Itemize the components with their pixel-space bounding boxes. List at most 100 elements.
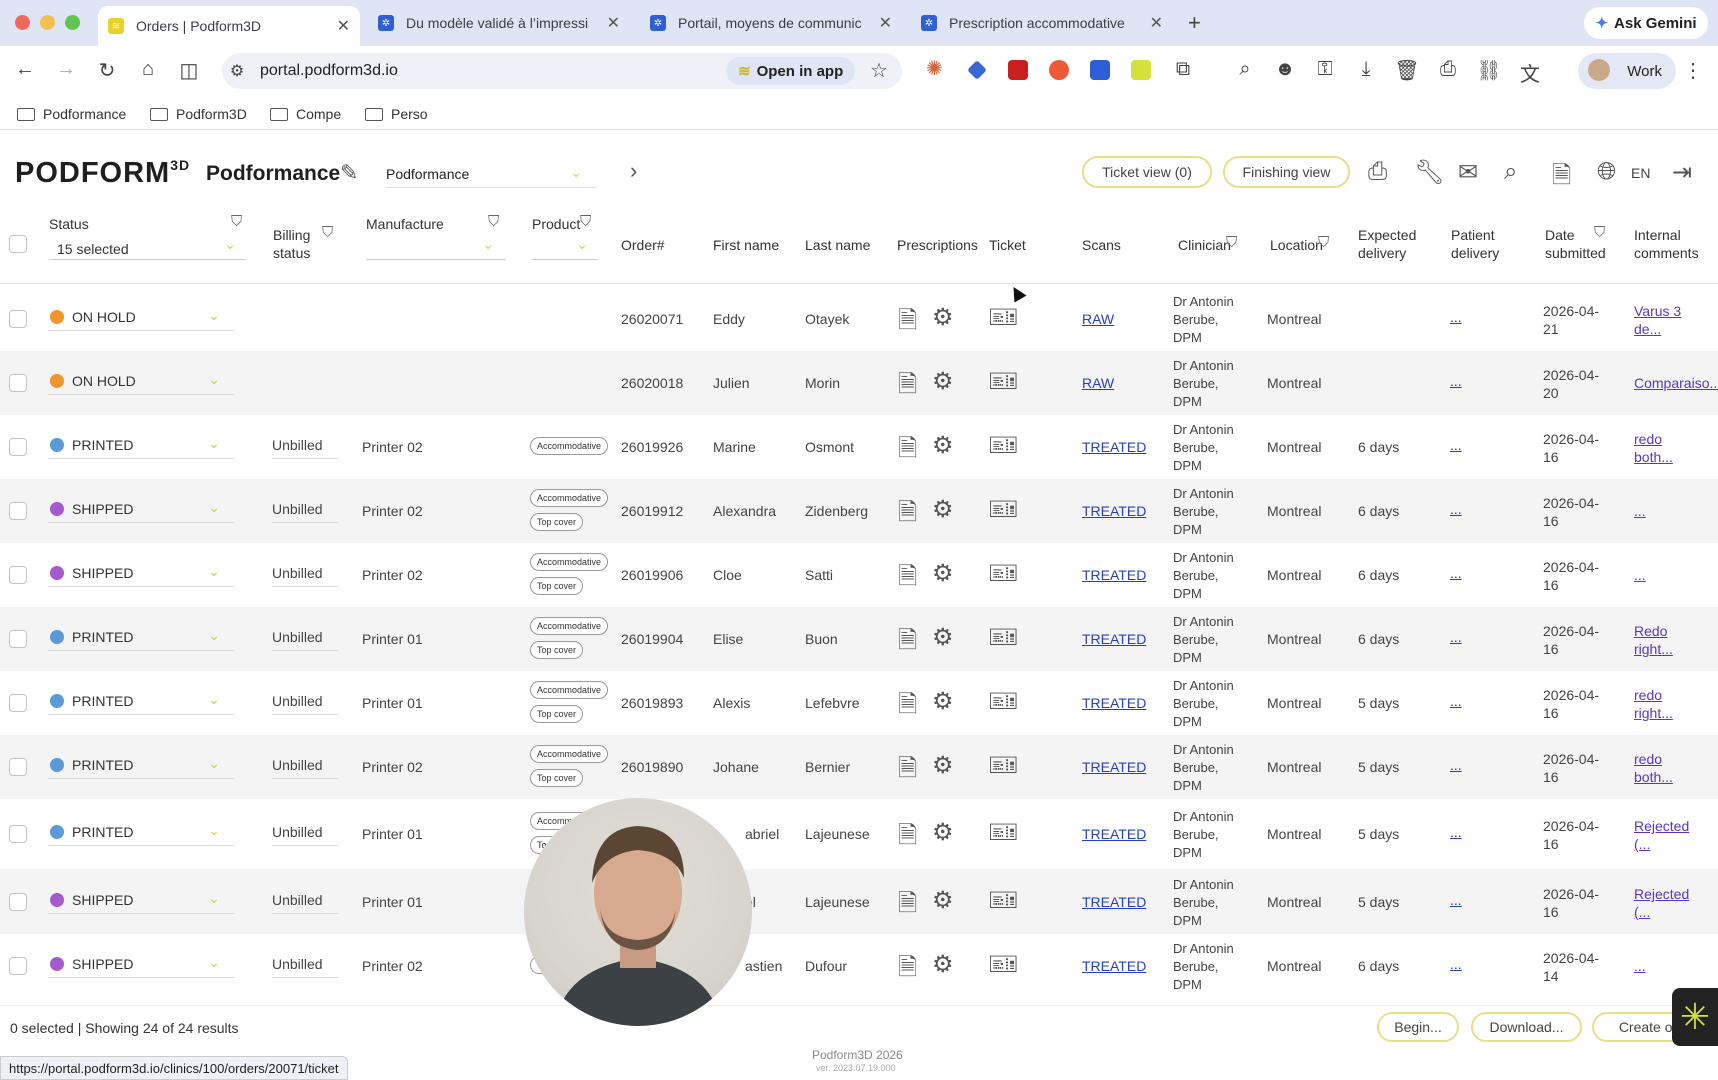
- table-row[interactable]: SHIPPED ⌄ Unbilled Printer 02 Accommodative T…: [0, 543, 1718, 607]
- browser-tab-3[interactable]: ✲ Portail, moyens de communic ✕: [640, 6, 902, 40]
- billing-select[interactable]: Unbilled: [272, 886, 338, 914]
- prescription-document-icon[interactable]: 🗎︎: [898, 559, 917, 600]
- row-checkbox[interactable]: [9, 957, 27, 975]
- ticket-icon[interactable]: 🎫︎: [988, 687, 1018, 716]
- column-first-name[interactable]: First name: [713, 236, 779, 254]
- internal-comment-link[interactable]: ...: [1634, 957, 1646, 975]
- status-select[interactable]: PRINTED ⌄: [48, 818, 234, 846]
- download-icon[interactable]: ⤓: [1353, 58, 1379, 81]
- table-row[interactable]: SHIPPED⌄UnbilledPrinter 02ToastienDufour…: [0, 934, 1718, 998]
- row-checkbox[interactable]: [9, 630, 27, 648]
- settings-gear-icon[interactable]: ⚙: [932, 950, 954, 979]
- settings-gear-icon[interactable]: ⚙: [932, 431, 954, 460]
- home-icon[interactable]: ⌂: [135, 58, 161, 81]
- settings-gear-icon[interactable]: ⚙: [932, 559, 954, 588]
- link-icon[interactable]: ⛓: [1476, 58, 1502, 83]
- manufacture-filter-select[interactable]: ⌄: [366, 236, 506, 260]
- ticket-icon[interactable]: 🎫︎: [988, 751, 1018, 780]
- tab-search-icon[interactable]: ⌕: [1232, 58, 1258, 81]
- bookmark-star-icon[interactable]: ☆: [866, 58, 892, 83]
- scan-link[interactable]: RAW: [1082, 375, 1114, 391]
- row-checkbox[interactable]: [9, 566, 27, 584]
- ticket-icon[interactable]: 🎫︎: [988, 495, 1018, 524]
- profile-work-button[interactable]: Work: [1578, 53, 1676, 89]
- prescription-document-icon[interactable]: 🗎︎: [898, 623, 917, 664]
- print-icon[interactable]: ⎙: [1435, 58, 1461, 81]
- prescription-document-icon[interactable]: 🗎︎: [898, 886, 917, 927]
- scan-link[interactable]: TREATED: [1082, 958, 1146, 974]
- scan-link[interactable]: TREATED: [1082, 567, 1146, 583]
- ticket-icon[interactable]: 🎫︎: [988, 623, 1018, 652]
- mail-icon[interactable]: ✉: [1458, 158, 1478, 187]
- printer-icon[interactable]: ⎙: [1368, 158, 1387, 186]
- patient-delivery-link[interactable]: ...: [1450, 501, 1462, 517]
- column-order[interactable]: Order#: [621, 236, 665, 254]
- location-filter-icon[interactable]: ⛉: [1318, 234, 1329, 251]
- table-row[interactable]: ON HOLD ⌄ 26020018 Julien Morin 🗎︎ ⚙ 🎫︎ RAW Dr An…: [0, 351, 1718, 415]
- row-checkbox[interactable]: [9, 758, 27, 776]
- row-checkbox[interactable]: [9, 310, 27, 328]
- row-checkbox[interactable]: [9, 374, 27, 392]
- chevron-right-icon[interactable]: ›: [630, 158, 637, 184]
- patient-delivery-link[interactable]: ...: [1450, 373, 1462, 389]
- status-select[interactable]: ON HOLD ⌄: [48, 303, 234, 331]
- row-checkbox[interactable]: [9, 502, 27, 520]
- prescription-document-icon[interactable]: 🗎︎: [898, 367, 917, 408]
- finishing-view-button[interactable]: Finishing view: [1223, 156, 1350, 188]
- manufacture-filter-icon[interactable]: ⛉: [488, 213, 499, 230]
- billing-select[interactable]: Unbilled: [272, 623, 338, 651]
- row-checkbox[interactable]: [9, 825, 27, 843]
- internal-comment-link[interactable]: ...: [1634, 502, 1646, 520]
- patient-delivery-link[interactable]: ...: [1450, 693, 1462, 709]
- column-last-name[interactable]: Last name: [805, 236, 870, 254]
- back-icon[interactable]: ←: [12, 58, 38, 81]
- billing-select[interactable]: Unbilled: [272, 751, 338, 779]
- settings-gear-icon[interactable]: ⚙: [932, 367, 954, 396]
- internal-comment-link[interactable]: Rejected (...: [1634, 817, 1689, 853]
- ticket-view-button[interactable]: Ticket view (0): [1082, 156, 1212, 188]
- settings-gear-icon[interactable]: ⚙: [932, 886, 954, 915]
- browser-menu-icon[interactable]: ⋮: [1680, 58, 1706, 83]
- scan-link[interactable]: TREATED: [1082, 826, 1146, 842]
- internal-comment-link[interactable]: Rejected (...: [1634, 885, 1689, 921]
- reload-icon[interactable]: ↻: [94, 58, 120, 83]
- language-label[interactable]: EN: [1631, 165, 1650, 181]
- billing-select[interactable]: Unbilled: [272, 559, 338, 587]
- ticket-icon[interactable]: 🎫︎: [988, 886, 1018, 915]
- billing-select[interactable]: Unbilled: [272, 687, 338, 715]
- extension-yellow-icon[interactable]: [1131, 60, 1151, 80]
- download-button[interactable]: Download...: [1471, 1012, 1582, 1042]
- bookmark-perso[interactable]: Perso: [365, 106, 428, 122]
- table-row[interactable]: PRINTED⌄UnbilledPrinter 01AccommodatiTop…: [0, 798, 1718, 869]
- scan-link[interactable]: TREATED: [1082, 759, 1146, 775]
- status-select[interactable]: SHIPPED ⌄: [48, 559, 234, 587]
- extension-orange-icon[interactable]: [1049, 60, 1069, 80]
- minimize-window-button[interactable]: [40, 15, 55, 30]
- billing-select[interactable]: Unbilled: [272, 431, 338, 459]
- date-filter-icon[interactable]: ⛉: [1594, 224, 1605, 241]
- ticket-icon[interactable]: 🎫︎: [988, 818, 1018, 847]
- ticket-icon[interactable]: 🎫︎: [988, 559, 1018, 588]
- maximize-window-button[interactable]: [65, 15, 80, 30]
- scan-link[interactable]: TREATED: [1082, 695, 1146, 711]
- edit-pencil-icon[interactable]: ✎: [340, 160, 358, 186]
- forward-icon[interactable]: →: [53, 58, 79, 81]
- scan-link[interactable]: TREATED: [1082, 631, 1146, 647]
- row-checkbox[interactable]: [9, 893, 27, 911]
- status-select[interactable]: SHIPPED ⌄: [48, 495, 234, 523]
- scan-link[interactable]: TREATED: [1082, 894, 1146, 910]
- scan-link[interactable]: TREATED: [1082, 503, 1146, 519]
- settings-gear-icon[interactable]: ⚙: [932, 818, 954, 847]
- url-text[interactable]: portal.podform3d.io: [260, 62, 398, 80]
- status-select[interactable]: ON HOLD ⌄: [48, 367, 234, 395]
- product-filter-icon[interactable]: ⛉: [580, 213, 591, 230]
- wrench-icon[interactable]: 🔧︎: [1414, 158, 1444, 187]
- internal-comment-link[interactable]: Comparaiso...: [1634, 374, 1718, 392]
- status-filter-select[interactable]: 15 selected ⌄: [49, 236, 246, 260]
- incognito-icon[interactable]: ☻: [1272, 58, 1298, 81]
- search-icon[interactable]: ⌕: [1504, 158, 1517, 186]
- column-patient-delivery[interactable]: Patient delivery: [1451, 226, 1499, 262]
- prescription-document-icon[interactable]: 🗎︎: [898, 431, 917, 472]
- extensions-puzzle-icon[interactable]: ⧉: [1170, 58, 1196, 81]
- internal-comment-link[interactable]: ...: [1634, 566, 1646, 584]
